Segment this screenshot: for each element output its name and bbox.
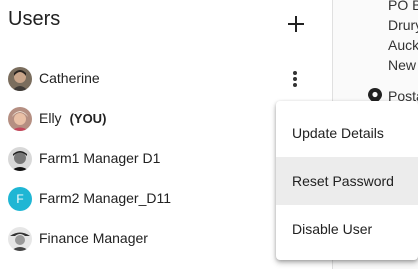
address-line: PO B bbox=[388, 0, 418, 13]
avatar bbox=[8, 67, 32, 91]
address-line: New bbox=[388, 57, 417, 73]
user-name: Farm1 Manager D1 bbox=[39, 150, 161, 166]
menu-item-update-details[interactable]: Update Details bbox=[276, 109, 418, 157]
add-user-button[interactable] bbox=[284, 12, 308, 36]
user-name: Farm2 Manager_D11 bbox=[39, 190, 172, 206]
avatar bbox=[8, 227, 32, 251]
more-options-icon[interactable] bbox=[290, 69, 300, 89]
page-title: Users bbox=[8, 8, 61, 30]
user-name: Catherine bbox=[39, 70, 100, 86]
address-line: Drury bbox=[388, 17, 418, 33]
menu-item-disable-user[interactable]: Disable User bbox=[276, 205, 418, 253]
address-line: Auck bbox=[388, 37, 418, 53]
user-options-menu: Update Details Reset Password Disable Us… bbox=[276, 101, 418, 260]
avatar bbox=[8, 147, 32, 171]
you-badge: (YOU) bbox=[69, 111, 107, 126]
user-row-catherine[interactable]: Catherine bbox=[0, 59, 332, 99]
avatar: F bbox=[8, 187, 32, 211]
user-name: Finance Manager bbox=[39, 230, 148, 246]
avatar bbox=[8, 107, 32, 131]
user-name: Elly (YOU) bbox=[39, 110, 107, 126]
menu-item-reset-password[interactable]: Reset Password bbox=[276, 157, 418, 205]
